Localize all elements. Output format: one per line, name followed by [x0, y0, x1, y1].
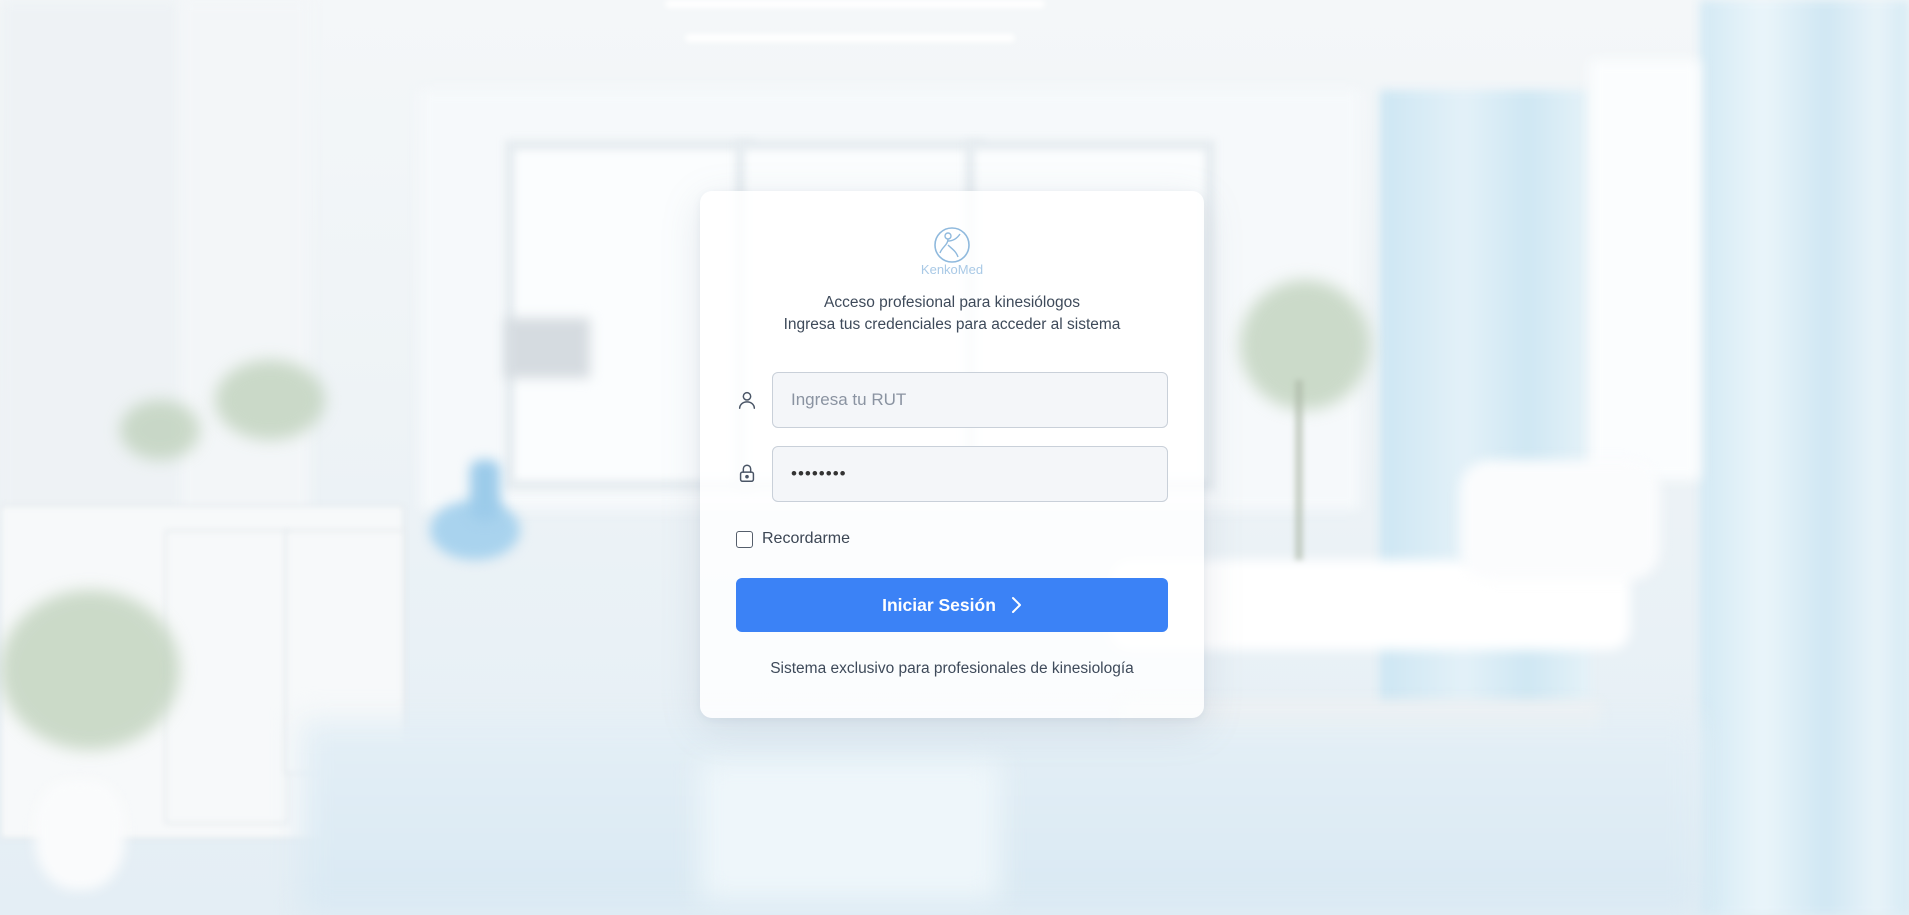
brand-logo: KenkoMed [921, 227, 983, 277]
subtitle-line-2: Ingresa tus credenciales para acceder al… [783, 316, 1121, 333]
login-button[interactable]: Iniciar Sesión [736, 578, 1168, 632]
lock-icon [739, 464, 755, 482]
remember-me[interactable]: Recordarme [736, 530, 850, 548]
user-icon [738, 391, 756, 409]
password-input[interactable] [772, 446, 1168, 502]
svg-text:KenkoMed: KenkoMed [921, 262, 983, 277]
login-card: KenkoMed Acceso profesional para kinesió… [700, 191, 1204, 718]
footer-note: Sistema exclusivo para profesionales de … [770, 660, 1134, 677]
remember-label: Recordarme [762, 530, 851, 547]
rut-input[interactable] [772, 372, 1168, 428]
login-button-label: Iniciar Sesión [882, 594, 996, 615]
remember-checkbox[interactable] [736, 530, 753, 548]
subtitle-line-1: Acceso profesional para kinesiólogos [824, 294, 1080, 311]
chevron-right-icon [1011, 597, 1021, 613]
